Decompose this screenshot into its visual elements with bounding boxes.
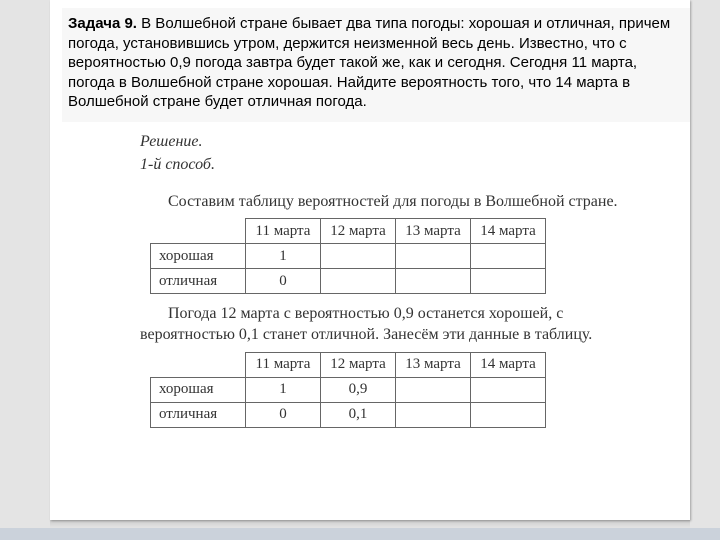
row-label: отличная bbox=[151, 269, 246, 294]
cell bbox=[321, 269, 396, 294]
problem-text: В Волшебной стране бывает два типа погод… bbox=[68, 15, 670, 110]
table-header: 13 марта bbox=[396, 219, 471, 244]
cell: 1 bbox=[246, 244, 321, 269]
table-row: 11 марта 12 марта 13 марта 14 марта bbox=[151, 219, 546, 244]
page-shadow bbox=[50, 520, 690, 528]
bottom-strip bbox=[0, 528, 720, 540]
table-header: 11 марта bbox=[246, 219, 321, 244]
problem-title: Задача 9. bbox=[68, 15, 137, 32]
table-corner bbox=[151, 352, 246, 377]
probability-table-1: 11 марта 12 марта 13 марта 14 марта хоро… bbox=[150, 218, 546, 294]
table-header: 12 марта bbox=[321, 219, 396, 244]
table-header: 14 марта bbox=[471, 219, 546, 244]
cell: 0 bbox=[246, 269, 321, 294]
row-label: хорошая bbox=[151, 377, 246, 402]
table-corner bbox=[151, 219, 246, 244]
table-row: хорошая 1 0,9 bbox=[151, 377, 546, 402]
cell bbox=[396, 269, 471, 294]
cell bbox=[471, 377, 546, 402]
table-row: 11 марта 12 марта 13 марта 14 марта bbox=[151, 352, 546, 377]
cell bbox=[471, 402, 546, 427]
cell bbox=[321, 244, 396, 269]
cell bbox=[396, 377, 471, 402]
table-header: 11 марта bbox=[246, 352, 321, 377]
cell: 1 bbox=[246, 377, 321, 402]
problem-statement-box: Задача 9. В Волшебной стране бывает два … bbox=[62, 8, 690, 122]
cell bbox=[471, 269, 546, 294]
cell bbox=[396, 402, 471, 427]
table-row: отличная 0 bbox=[151, 269, 546, 294]
probability-table-2: 11 марта 12 марта 13 марта 14 марта хоро… bbox=[150, 352, 546, 428]
solution-intro-text: Составим таблицу вероятностей для погоды… bbox=[140, 192, 650, 213]
cell: 0 bbox=[246, 402, 321, 427]
solution-heading: Решение. bbox=[140, 132, 650, 153]
table-header: 14 марта bbox=[471, 352, 546, 377]
row-label: хорошая bbox=[151, 244, 246, 269]
row-label: отличная bbox=[151, 402, 246, 427]
solution-method: 1-й способ. bbox=[140, 155, 650, 176]
cell: 0,1 bbox=[321, 402, 396, 427]
cell bbox=[471, 244, 546, 269]
table-header: 13 марта bbox=[396, 352, 471, 377]
table-row: отличная 0 0,1 bbox=[151, 402, 546, 427]
table-header: 12 марта bbox=[321, 352, 396, 377]
cell bbox=[396, 244, 471, 269]
cell: 0,9 bbox=[321, 377, 396, 402]
document-page: Задача 9. В Волшебной стране бывает два … bbox=[50, 0, 690, 520]
solution-middle-text: Погода 12 марта с вероятностью 0,9 остан… bbox=[140, 304, 650, 346]
table-row: хорошая 1 bbox=[151, 244, 546, 269]
solution-block: Решение. 1-й способ. Составим таблицу ве… bbox=[140, 132, 650, 438]
